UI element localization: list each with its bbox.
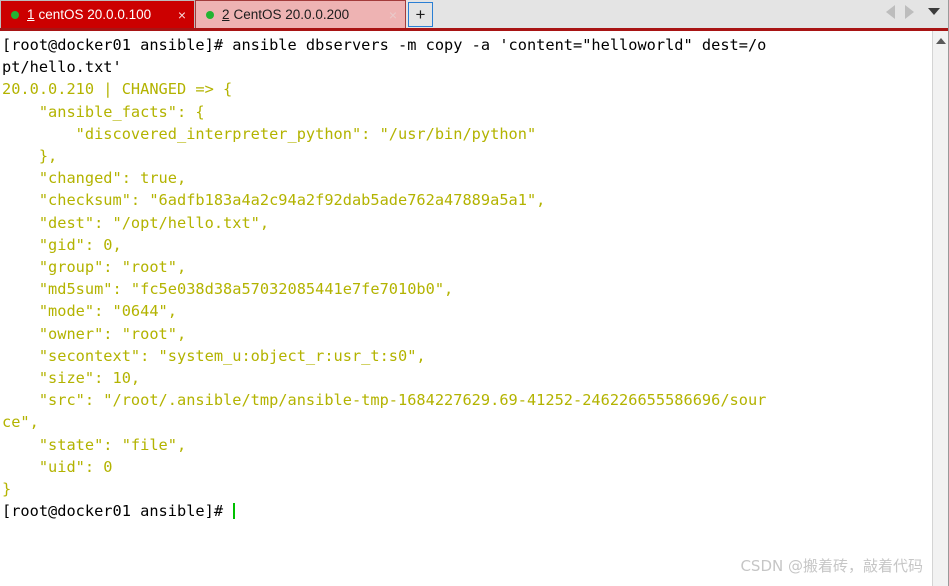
output-line: "changed": true, [2,169,187,188]
caret-up-icon [936,38,946,44]
output-line: "src": "/root/.ansible/tmp/ansible-tmp-1… [2,391,767,410]
green-dot-icon [206,10,214,19]
output-line: "discovered_interpreter_python": "/usr/b… [2,124,537,143]
tab-number: 1 [27,7,35,22]
command-line-1: [root@docker01 ansible]# ansible dbserve… [2,36,767,54]
output-line: } [2,480,12,499]
output-line: "size": 10, [2,369,141,388]
tab-bar: 1 centOS 20.0.0.100 × 2 CentOS 20.0.0.20… [0,0,949,31]
output-line: "mode": "0644", [2,302,177,321]
terminal-area: [root@docker01 ansible]# ansible dbserve… [0,31,949,586]
command-line-2: pt/hello.txt' [2,58,122,77]
tab-centos-20-0-0-100[interactable]: 1 centOS 20.0.0.100 × [0,0,195,28]
text-cursor [233,503,236,520]
output-line: ce", [2,413,39,432]
output-line: "secontext": "system_u:object_r:usr_t:s0… [2,346,426,365]
output-line: "uid": 0 [2,457,113,476]
tab-bar-controls [886,0,949,30]
output-line: "state": "file", [2,435,187,454]
output-line: "md5sum": "fc5e038d38a57032085441e7fe701… [2,280,454,299]
terminal-output[interactable]: [root@docker01 ansible]# ansible dbserve… [0,31,932,586]
green-dot-icon [11,10,19,19]
triangle-left-icon[interactable] [886,4,895,19]
caret-down-icon[interactable] [928,8,940,15]
output-line: "gid": 0, [2,235,122,254]
triangle-right-icon[interactable] [905,4,914,19]
prompt-line: [root@docker01 ansible]# [2,500,932,522]
watermark: CSDN @搬着砖，敲着代码 [740,557,923,575]
tab-title: CentOS 20.0.0.200 [233,7,350,22]
output-line: "dest": "/opt/hello.txt", [2,213,270,232]
close-icon[interactable]: × [168,8,186,22]
prompt-text: [root@docker01 ansible]# [2,502,233,521]
terminal-window: 1 centOS 20.0.0.100 × 2 CentOS 20.0.0.20… [0,0,949,586]
tab-title: centOS 20.0.0.100 [38,7,152,22]
output-line: }, [2,147,58,166]
output-line: "owner": "root", [2,324,187,343]
output-line: "checksum": "6adfb183a4a2c94a2f92dab5ade… [2,191,546,210]
tab-centos-20-0-0-200[interactable]: 2 CentOS 20.0.0.200 × [195,0,406,28]
output-line: "ansible_facts": { [2,102,205,121]
new-tab-button[interactable]: + [408,2,433,27]
output-line: 20.0.0.210 | CHANGED => { [2,80,233,99]
tab-number: 2 [222,7,230,22]
scrollbar-thumb[interactable] [934,49,948,169]
vertical-scrollbar[interactable] [932,31,949,586]
output-line: "group": "root", [2,258,187,277]
tab-list: 1 centOS 20.0.0.100 × 2 CentOS 20.0.0.20… [0,0,433,28]
scroll-up-button[interactable] [933,34,949,48]
close-icon[interactable]: × [379,8,397,22]
